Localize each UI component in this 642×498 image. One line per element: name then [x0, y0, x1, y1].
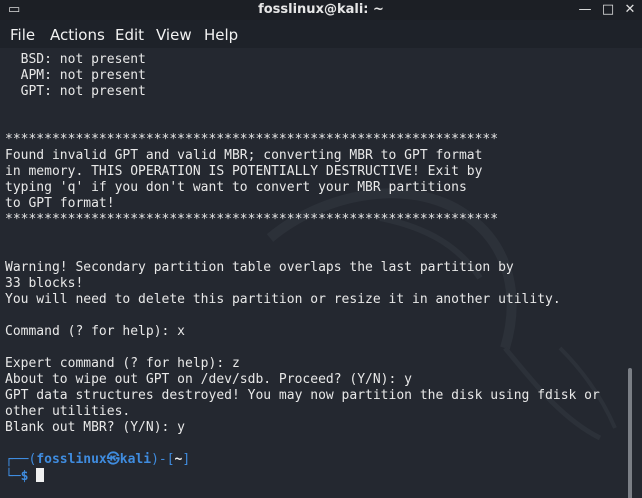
prompt-suffix: ] [182, 452, 191, 467]
terminal-line: Blank out MBR? (Y/N): y [5, 420, 186, 435]
window-title: fosslinux@kali: ~ [258, 2, 384, 17]
menu-edit[interactable]: Edit [115, 26, 144, 44]
text-cursor [36, 468, 45, 482]
prompt-prefix: ┌──( [5, 452, 37, 467]
menu-view[interactable]: View [156, 26, 192, 44]
terminal-line: Expert command (? for help): z [5, 356, 240, 371]
terminal-line: 33 blocks! [5, 276, 84, 291]
terminal-line: ****************************************… [5, 212, 499, 227]
prompt-dollar: $ [20, 469, 37, 484]
terminal-line: in memory. THIS OPERATION IS POTENTIALLY… [5, 164, 483, 179]
prompt-separator: )-[ [151, 452, 175, 467]
prompt-input-line[interactable]: └─$ [5, 468, 628, 484]
terminal-line: APM: not present [5, 68, 146, 83]
terminal-line: About to wipe out GPT on /dev/sdb. Proce… [5, 372, 412, 387]
terminal-area[interactable]: BSD: not present APM: not present GPT: n… [0, 48, 642, 498]
scrollbar[interactable] [628, 368, 632, 498]
terminal-line: typing 'q' if you don't want to convert … [5, 180, 467, 195]
close-icon[interactable]: ✕ [621, 1, 639, 19]
menu-bar: File Actions Edit View Help [0, 20, 642, 48]
terminal-line: Found invalid GPT and valid MBR; convert… [5, 148, 483, 163]
terminal-line: You will need to delete this partition o… [5, 292, 561, 307]
maximize-icon[interactable]: □ [599, 1, 617, 19]
prompt-line: ┌──(fosslinux㉿kali)-[~] [5, 452, 628, 468]
terminal-line: GPT data structures destroyed! You may n… [5, 388, 600, 403]
minimize-icon[interactable]: — [576, 1, 594, 19]
menu-actions[interactable]: Actions [50, 26, 105, 44]
terminal-line: Warning! Secondary partition table overl… [5, 260, 514, 275]
terminal-line: ****************************************… [5, 132, 499, 147]
terminal-line: GPT: not present [5, 84, 146, 99]
menu-file[interactable]: File [10, 26, 35, 44]
terminal-line: BSD: not present [5, 52, 146, 67]
menu-help[interactable]: Help [204, 26, 238, 44]
prompt-user-host: fosslinux㉿kali [36, 452, 152, 467]
title-bar: ▭ fosslinux@kali: ~ — □ ✕ [0, 0, 642, 20]
prompt-corner: └─ [5, 469, 21, 484]
terminal-output: BSD: not present APM: not present GPT: n… [5, 52, 628, 484]
terminal-line: other utilities. [5, 404, 131, 419]
terminal-line: Command (? for help): x [5, 324, 186, 339]
terminal-line: to GPT format! [5, 196, 115, 211]
